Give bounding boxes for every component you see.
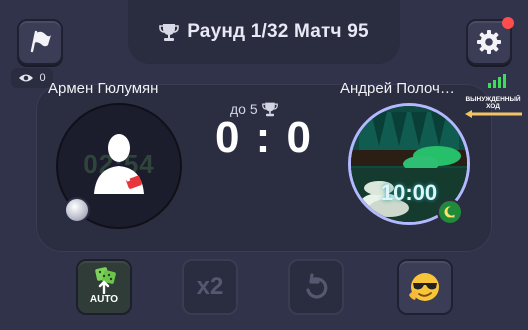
- arrow-left-icon: [465, 110, 522, 118]
- user-icon: [94, 134, 144, 194]
- gear-icon: [477, 30, 501, 54]
- signal-icon: [488, 74, 506, 88]
- forced-move-label: ВЫНУЖДЕННЫЙ ХОД: [465, 96, 521, 110]
- undo-icon: [306, 273, 328, 299]
- auto-label: AUTO: [89, 294, 119, 305]
- round-title: Раунд 1/32 Матч 95: [187, 21, 369, 42]
- match-score: 0 : 0: [214, 113, 314, 162]
- flag-icon: [30, 30, 51, 53]
- notification-dot: [502, 17, 514, 29]
- undo-button[interactable]: [288, 259, 344, 315]
- crescent-icon: [437, 199, 463, 225]
- auto-roll-button[interactable]: AUTO: [76, 259, 132, 315]
- pearl-icon: [64, 197, 90, 223]
- dice-icon: [95, 267, 116, 294]
- double-button[interactable]: x2: [182, 259, 238, 315]
- flag-button[interactable]: [17, 19, 63, 65]
- x2-icon: x2: [196, 273, 224, 300]
- player-right-name: Андрей Полоч…: [340, 80, 455, 97]
- spectators-counter[interactable]: 0: [11, 68, 53, 88]
- emoji-icon: [409, 273, 439, 301]
- emoji-button[interactable]: [397, 259, 453, 315]
- player-left-name: Армен Гюлумян: [48, 80, 159, 97]
- trophy-icon: [159, 24, 179, 41]
- spectators-count: 0: [39, 72, 46, 84]
- round-header: Раунд 1/32 Матч 95: [128, 0, 400, 64]
- settings-button[interactable]: [466, 17, 514, 65]
- forced-move-indicator: ВЫНУЖДЕННЫЙ ХОД: [462, 96, 528, 118]
- eye-icon: [19, 74, 34, 82]
